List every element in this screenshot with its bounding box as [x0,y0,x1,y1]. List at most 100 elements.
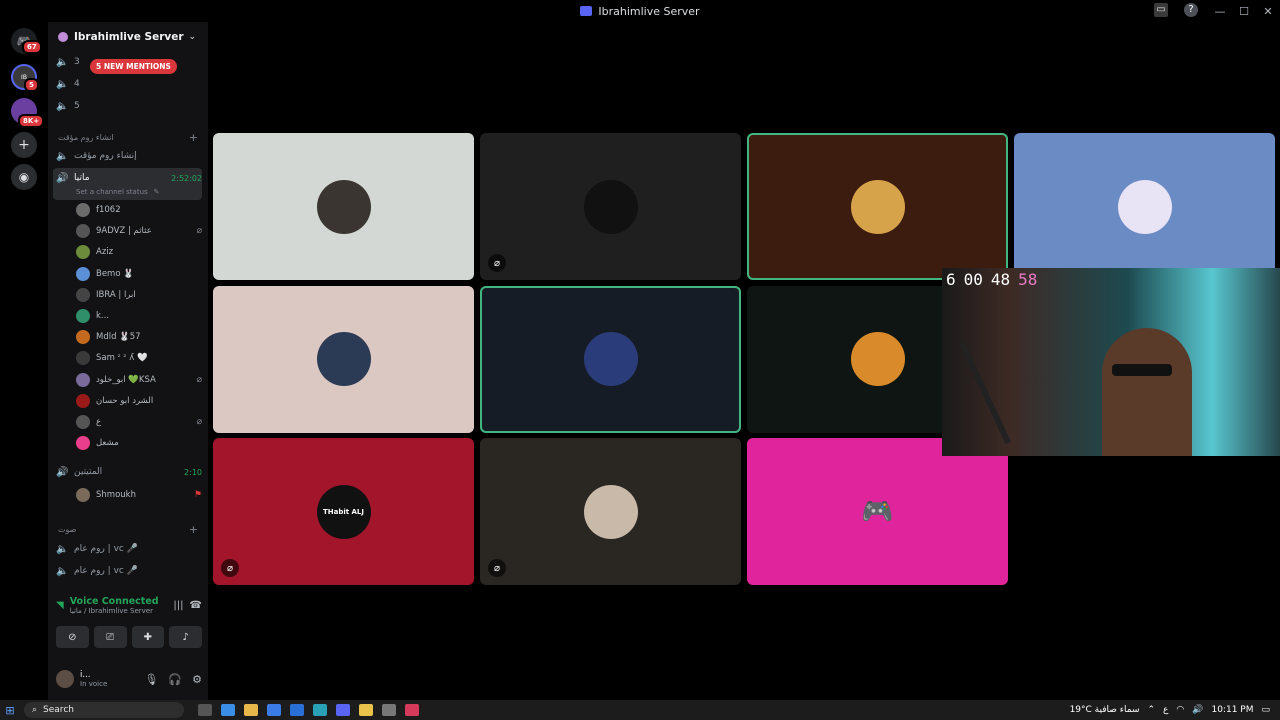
voice-connection[interactable]: ◥ Voice Connected ماتيا / Ibrahimlive Se… [56,596,202,615]
user-name: 9ADVZ | ﻋﺜﺎﺛﻢ [96,226,152,237]
disconnect-icon[interactable]: ☎ [190,600,202,611]
search-label: Search [43,705,74,715]
chevron-up-icon[interactable]: ⌃ [1147,705,1155,715]
countdown-seconds: 58 [1018,270,1038,289]
countdown-days: 6 [946,270,956,289]
avatar [76,309,90,323]
voice-user[interactable]: Bemo 🐰 [76,264,202,284]
countdown-minutes: 48 [990,270,1011,289]
app-icon-9[interactable] [382,704,396,716]
volume-icon[interactable]: 🔊 [1192,705,1203,715]
wifi-icon[interactable]: ◠ [1176,705,1184,715]
lang-indicator[interactable]: ع [1163,705,1168,715]
countdown: 6 00 48 58 [946,270,1037,289]
deafened-icon: ⚑ [193,490,202,500]
copilot-icon[interactable] [221,704,235,716]
voice-channel-2[interactable]: 🔊 المتيتين 2:10 [56,462,202,482]
user-name: الشرد ابو حسان [96,395,154,406]
participant-tile[interactable] [747,133,1008,280]
muted-mic-icon: ⌀ [196,226,202,237]
voice-channel-4[interactable]: 🔈 4 [56,74,202,94]
chrome-icon[interactable] [359,704,373,716]
streamer-figure [1102,328,1192,456]
activities-button[interactable]: ✚ [131,626,165,648]
participant-tile[interactable] [1014,133,1275,280]
add-server-icon[interactable]: + [11,132,37,158]
headphones-icon[interactable]: 🎧 [168,673,182,686]
voice-user[interactable]: Shmoukh ⚑ [76,485,202,505]
channel-status-text: Set a channel status [76,188,148,196]
participant-tile[interactable] [213,133,474,280]
voice-user[interactable]: 9ADVZ | ﻋﺜﺎﺛﻢ ⌀ [76,221,202,241]
voice-panel: ◥ Voice Connected ماتيا / Ibrahimlive Se… [48,590,208,700]
screen-share-button[interactable]: ⎚ [93,626,127,648]
voice-user[interactable]: الشرد ابو حسان [76,391,202,411]
speaker-icon: 🔈 [56,78,69,90]
channel-status[interactable]: Set a channel status ✎ [76,182,202,202]
voice-user[interactable]: Aziz [76,242,202,262]
user-name: مشعل [96,438,119,449]
participant-tile[interactable]: 🎮 [747,438,1008,585]
inbox-icon[interactable]: ▭ [1154,3,1168,17]
app-icon-10[interactable] [405,704,419,716]
task-view-icon[interactable] [198,704,212,716]
user-panel[interactable]: i... In voice 🎙 🎧 ⚙ [56,666,202,692]
participant-tile[interactable]: ⌀ [480,438,741,585]
discord-taskbar-icon[interactable] [336,704,350,716]
discover-icon[interactable]: ◉ [11,164,37,190]
voice-user[interactable]: ابو_خلود 💚KSA ⌀ [76,370,202,390]
weather-text[interactable]: 19°C سماء صافية [1070,705,1140,715]
notification-icon[interactable]: ▭ [1261,705,1270,715]
store-icon[interactable] [267,704,281,716]
participant-tile[interactable]: THabit ALJ ⌀ [213,438,474,585]
voice-user[interactable]: k... [76,306,202,326]
gear-icon[interactable]: ⚙ [192,673,202,686]
voice-user[interactable]: ع ⌀ [76,412,202,432]
voice-user[interactable]: IBRA | ابرا [76,285,202,305]
voice-channel-general-2[interactable]: 🔈 روم عام | ᴠᴄ 🎤 [56,561,202,581]
voice-user[interactable]: Sam ᶻ ᶻ ʎ 🤍 [76,348,202,368]
window-title: Ibrahimlive Server [580,5,700,18]
clock[interactable]: 10:11 PM [1211,705,1253,715]
outlook-icon[interactable] [290,704,304,716]
voice-user[interactable]: Mdld 🐰57 [76,327,202,347]
voice-channel-general-1[interactable]: 🔈 روم عام | ᴠᴄ 🎤 [56,539,202,559]
voice-user[interactable]: مشعل [76,433,202,453]
voice-connected-label: Voice Connected [69,596,159,607]
user-name: IBRA | ابرا [96,289,136,300]
channel-timer: 2:10 [184,467,202,477]
taskbar-search[interactable]: ⌕ Search [24,702,184,718]
help-icon[interactable]: ? [1184,3,1198,17]
participant-tile[interactable] [213,285,474,433]
voice-channel-5[interactable]: 🔈 5 [56,96,202,116]
close-button[interactable]: ✕ [1256,5,1280,18]
user-name: f1062 [96,205,121,215]
windows-start-icon[interactable]: ⊞ [0,704,20,717]
user-name: k... [96,311,110,321]
maximize-button[interactable]: ☐ [1232,5,1256,18]
temp-room-channel[interactable]: 🔈 إنشاء روم مؤقت [56,146,202,166]
participant-tile[interactable] [480,285,741,433]
microphone-icon[interactable]: 🎙 [144,673,158,686]
sunglasses [1112,364,1172,376]
voice-user[interactable]: f1062 [76,200,202,220]
file-explorer-icon[interactable] [244,704,258,716]
soundboard-button[interactable]: ♪ [169,626,202,648]
server-header[interactable]: Ibrahimlive Server ⌄ [48,22,208,52]
minimize-button[interactable]: — [1208,5,1232,18]
add-channel-icon[interactable]: + [189,523,198,536]
channel-label: إنشاء روم مؤقت [74,151,137,161]
participant-tile[interactable]: ⌀ [480,133,741,280]
participant-avatar [316,332,371,386]
user-name: Mdld 🐰57 [96,332,141,343]
add-channel-icon[interactable]: + [189,131,198,144]
voice-channel-3[interactable]: 🔈 3 [56,52,202,72]
noise-suppression-icon[interactable]: ||| [173,600,183,611]
camera-off-button[interactable]: ⊘ [56,626,89,648]
category-voice[interactable]: صوت + [58,522,198,536]
chevron-down-icon[interactable]: ⌄ [188,32,196,42]
edge-icon[interactable] [313,704,327,716]
category-temp-rooms[interactable]: انشاء روم مؤقت + [58,130,198,144]
app-icon [580,6,593,16]
avatar [76,372,90,387]
